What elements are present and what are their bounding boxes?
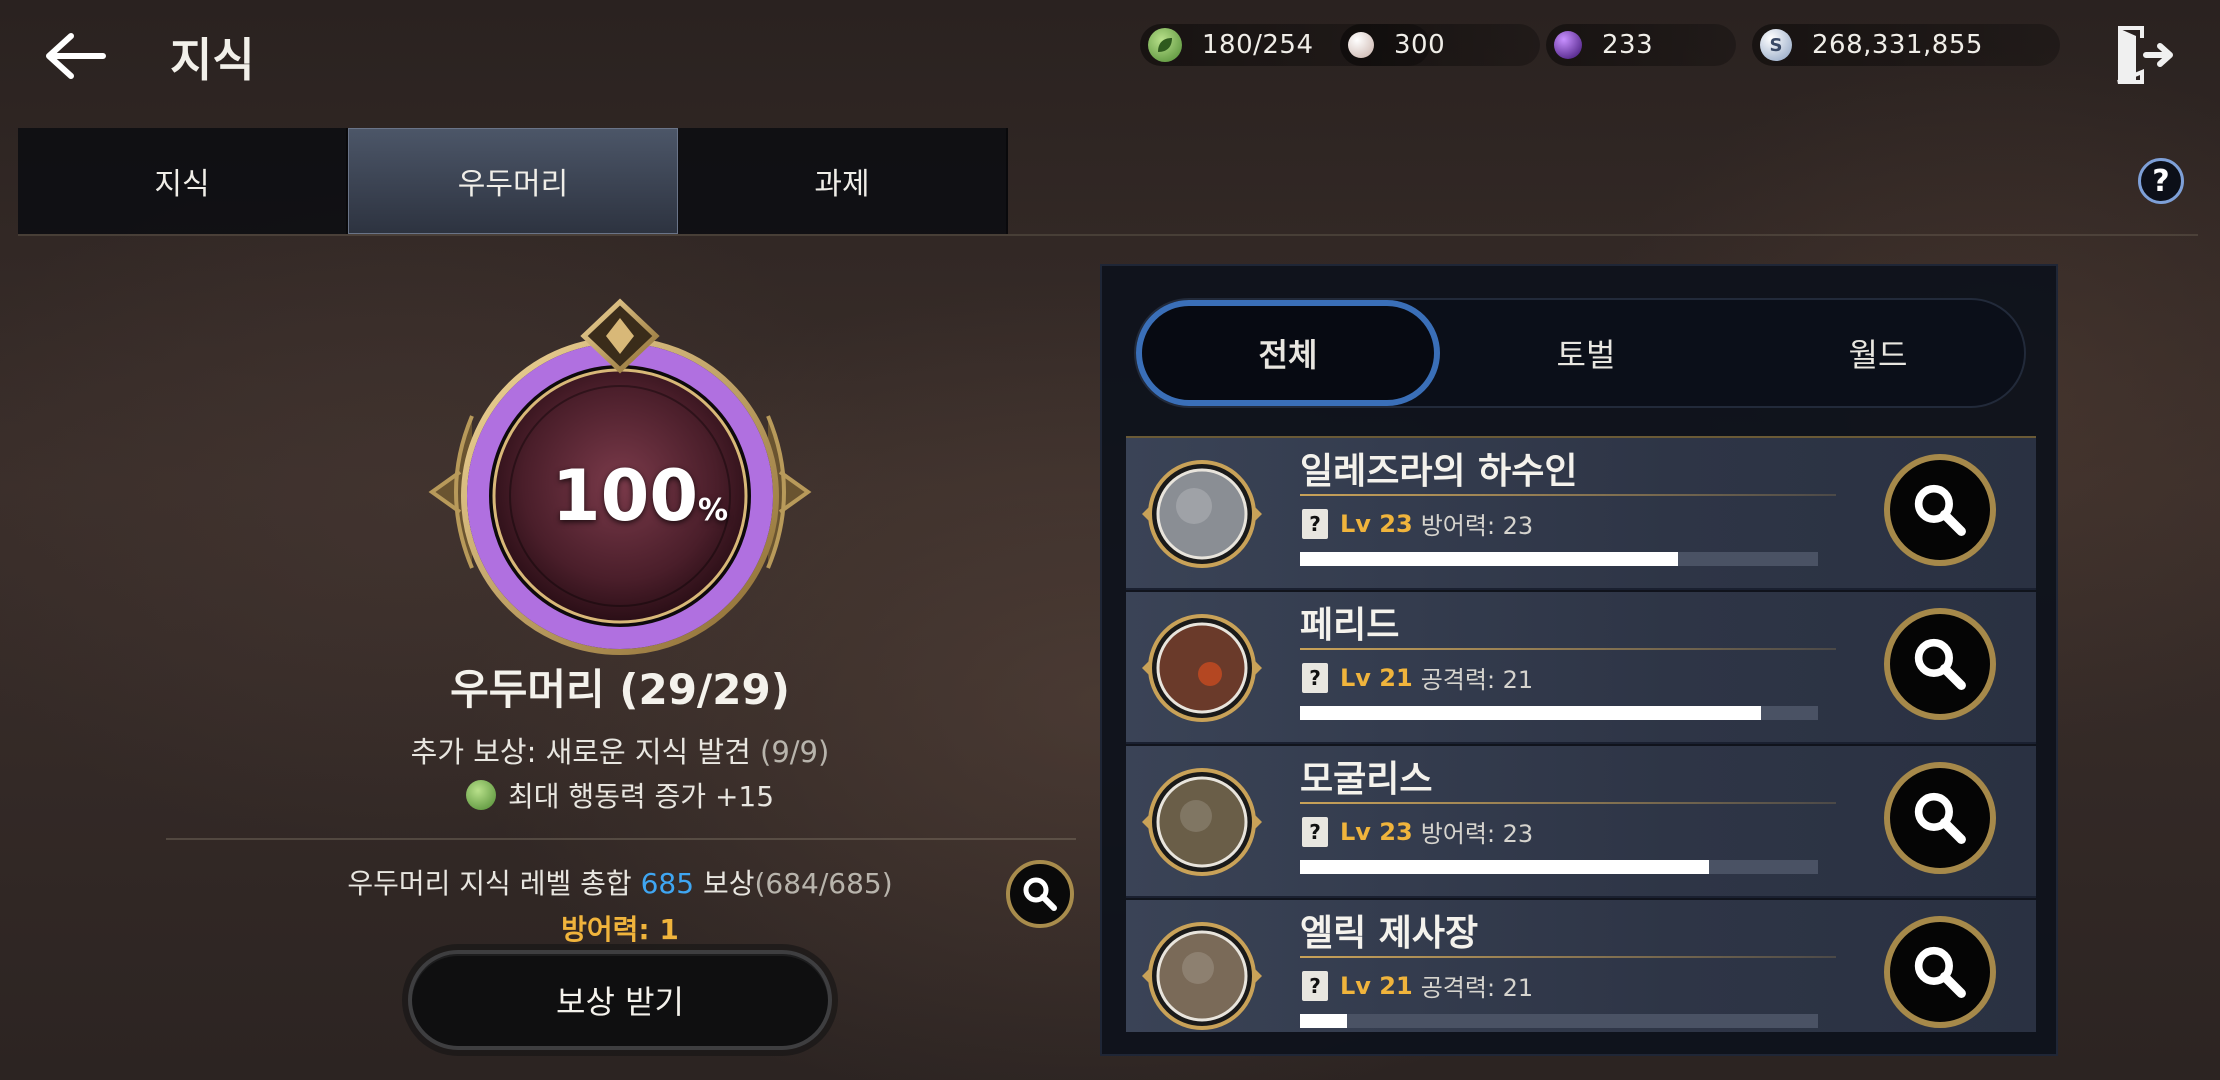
claim-reward-button[interactable]: 보상 받기 bbox=[408, 950, 832, 1050]
pearl-value: 300 bbox=[1394, 30, 1446, 60]
magnifier-icon bbox=[1914, 484, 1966, 536]
list-item[interactable]: 페리드 ? Lv 21 공격력: 21 bbox=[1126, 592, 2036, 744]
boss-name: 엘릭 제사장 bbox=[1300, 913, 1479, 954]
unknown-book-icon: ? bbox=[1302, 816, 1328, 847]
main-tab-bar: 지식 우두머리 과제 bbox=[18, 128, 1008, 234]
summary-divider bbox=[166, 838, 1076, 840]
boss-list: 일레즈라의 하수인 ? Lv 23 방어력: 23 페리드 ? Lv 21 공격… bbox=[1126, 436, 2036, 1032]
filter-world[interactable]: 월드 bbox=[1732, 300, 2024, 406]
page-title: 지식 bbox=[170, 33, 255, 87]
boss-stat: 방어력: 23 bbox=[1420, 512, 1534, 540]
boss-level: Lv 23 bbox=[1340, 817, 1413, 846]
name-underline bbox=[1300, 802, 1836, 804]
unknown-book-icon: ? bbox=[1302, 508, 1328, 539]
magnifier-icon bbox=[1914, 792, 1966, 844]
bonus-effect: 최대 행동력 증가 +15 bbox=[320, 775, 920, 815]
boss-level: Lv 21 bbox=[1340, 971, 1413, 1000]
list-item[interactable]: 일레즈라의 하수인 ? Lv 23 방어력: 23 bbox=[1126, 438, 2036, 590]
category-title: 우두머리 (29/29) bbox=[450, 665, 790, 714]
boss-stat: 공격력: 21 bbox=[1420, 666, 1534, 694]
exit-door-icon bbox=[2117, 26, 2173, 84]
back-button[interactable] bbox=[36, 22, 112, 90]
list-item[interactable]: 엘릭 제사장 ? Lv 21 공격력: 21 bbox=[1126, 900, 2036, 1032]
reward-detail-button[interactable] bbox=[1006, 860, 1074, 928]
boss-level: Lv 23 bbox=[1340, 509, 1413, 538]
energy-value: 180/254 bbox=[1202, 30, 1314, 60]
filter-all[interactable]: 전체 bbox=[1136, 300, 1440, 406]
boss-detail-button[interactable] bbox=[1884, 454, 1996, 566]
boss-stats: ? Lv 23 방어력: 23 bbox=[1302, 506, 1533, 541]
boss-stats: ? Lv 21 공격력: 21 bbox=[1302, 968, 1533, 1003]
currency-pearl: 300 bbox=[1340, 24, 1540, 66]
silver-value: 268,331,855 bbox=[1812, 30, 1983, 60]
boss-stat: 공격력: 21 bbox=[1420, 974, 1534, 1002]
back-arrow-icon bbox=[46, 33, 106, 79]
total-level-reward: 우두머리 지식 레벨 총합 685 보상(684/685) bbox=[347, 867, 893, 900]
name-underline bbox=[1300, 648, 1836, 650]
boss-portrait bbox=[1142, 614, 1262, 722]
orb-value: 233 bbox=[1602, 30, 1654, 60]
magnifier-icon bbox=[1914, 946, 1966, 998]
question-mark-icon: ? bbox=[2152, 163, 2170, 199]
magnifier-icon bbox=[1023, 877, 1057, 911]
stat-reward: 방어력: 1 bbox=[561, 913, 679, 946]
boss-stats: ? Lv 23 방어력: 23 bbox=[1302, 814, 1533, 849]
currency-orb: 233 bbox=[1546, 24, 1736, 66]
knowledge-progress-bar bbox=[1300, 552, 1818, 566]
boss-detail-button[interactable] bbox=[1884, 762, 1996, 874]
help-button[interactable]: ? bbox=[2138, 158, 2184, 204]
boss-name: 일레즈라의 하수인 bbox=[1300, 451, 1578, 492]
tab-knowledge[interactable]: 지식 bbox=[18, 128, 348, 234]
boss-level: Lv 21 bbox=[1340, 663, 1413, 692]
unknown-book-icon: ? bbox=[1302, 662, 1328, 693]
knowledge-progress-bar bbox=[1300, 706, 1818, 720]
currency-silver: S 268,331,855 bbox=[1752, 24, 2060, 66]
boss-detail-button[interactable] bbox=[1884, 608, 1996, 720]
silver-coin-icon: S bbox=[1760, 29, 1792, 61]
boss-portrait bbox=[1142, 768, 1262, 876]
energy-leaf-icon bbox=[1148, 28, 1182, 62]
boss-name: 모굴리스 bbox=[1300, 759, 1433, 800]
boss-portrait bbox=[1142, 460, 1262, 568]
bonus-reward: 추가 보상: 새로운 지식 발견 (9/9) bbox=[410, 735, 830, 769]
knowledge-progress-bar bbox=[1300, 860, 1818, 874]
boss-detail-button[interactable] bbox=[1884, 916, 1996, 1028]
list-item[interactable]: 모굴리스 ? Lv 23 방어력: 23 bbox=[1126, 746, 2036, 898]
exit-button[interactable] bbox=[2110, 22, 2176, 88]
filter-tab-bar: 전체 토벌 월드 bbox=[1134, 298, 2026, 408]
name-underline bbox=[1300, 494, 1836, 496]
purple-orb-icon bbox=[1554, 31, 1582, 59]
name-underline bbox=[1300, 956, 1836, 958]
filter-raid[interactable]: 토벌 bbox=[1440, 300, 1732, 406]
tab-quest[interactable]: 과제 bbox=[678, 128, 1008, 234]
completion-percent: 100% bbox=[551, 455, 729, 537]
unknown-book-icon: ? bbox=[1302, 970, 1328, 1001]
tabs-divider bbox=[18, 234, 2198, 236]
energy-leaf-icon bbox=[465, 780, 496, 810]
tab-boss[interactable]: 우두머리 bbox=[348, 128, 678, 234]
magnifier-icon bbox=[1914, 638, 1966, 690]
boss-stat: 방어력: 23 bbox=[1420, 820, 1534, 848]
knowledge-progress-bar bbox=[1300, 1014, 1818, 1028]
boss-stats: ? Lv 21 공격력: 21 bbox=[1302, 660, 1533, 695]
boss-name: 페리드 bbox=[1300, 605, 1400, 646]
pearl-icon bbox=[1348, 32, 1374, 58]
boss-portrait bbox=[1142, 922, 1262, 1030]
